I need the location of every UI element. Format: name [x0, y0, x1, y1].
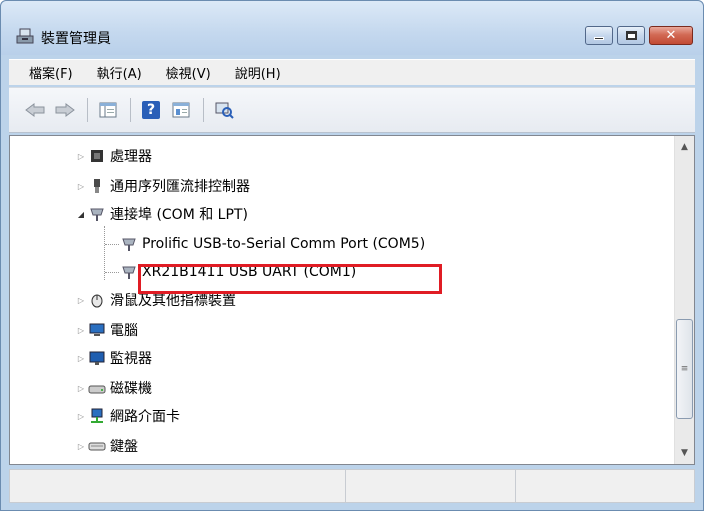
- menu-bar: 檔案(F) 執行(A) 檢視(V) 說明(H): [9, 59, 695, 85]
- highlight-box: [138, 264, 442, 294]
- show-hide-console-tree-button[interactable]: [96, 99, 120, 121]
- tree-item-keyboards[interactable]: ▷ 鍵盤: [76, 434, 138, 458]
- expand-icon[interactable]: ▷: [76, 151, 86, 161]
- minimize-icon: [594, 37, 604, 40]
- menu-view[interactable]: 檢視(V): [166, 63, 211, 82]
- status-cell: [346, 470, 516, 502]
- port-icon: [120, 235, 138, 253]
- port-icon: [88, 205, 106, 223]
- help-button[interactable]: ?: [139, 99, 163, 121]
- grip-icon: ≡: [680, 364, 689, 374]
- expand-icon[interactable]: ▷: [76, 181, 86, 191]
- device-tree: ▷ 處理器 ▷ 通用序列匯流排控制器 ◢ 連接埠 (COM 和 LPT) Pro…: [10, 136, 674, 464]
- close-icon: ✕: [665, 28, 677, 43]
- console-tree-icon: [99, 102, 117, 118]
- toolbar-separator: [203, 98, 204, 122]
- tree-item-prolific-port[interactable]: Prolific USB-to-Serial Comm Port (COM5): [118, 232, 425, 256]
- toolbar-separator: [87, 98, 88, 122]
- expand-icon[interactable]: ▷: [76, 411, 86, 421]
- close-button[interactable]: ✕: [649, 26, 693, 45]
- mouse-icon: [88, 291, 106, 309]
- tree-item-label: 鍵盤: [110, 439, 138, 455]
- tree-item-network-adapters[interactable]: ▷ 網路介面卡: [76, 404, 180, 428]
- device-tree-panel: ▷ 處理器 ▷ 通用序列匯流排控制器 ◢ 連接埠 (COM 和 LPT) Pro…: [9, 135, 695, 465]
- window-title: 裝置管理員: [41, 31, 111, 47]
- caption-buttons: ✕: [581, 26, 693, 46]
- expand-icon[interactable]: ▷: [76, 325, 86, 335]
- tree-item-computer[interactable]: ▷ 電腦: [76, 318, 138, 342]
- usb-controller-icon: [88, 177, 106, 195]
- scan-hardware-icon: [215, 102, 234, 119]
- toolbar: ?: [9, 87, 695, 133]
- scroll-up-arrow-icon[interactable]: ▲: [675, 138, 694, 156]
- disk-drive-icon: [88, 379, 106, 397]
- tree-item-label: 監視器: [110, 351, 152, 367]
- title-bar[interactable]: 裝置管理員 ✕: [1, 1, 703, 55]
- expand-icon[interactable]: ▷: [76, 383, 86, 393]
- maximize-button[interactable]: [617, 26, 645, 45]
- tree-item-disk-drives[interactable]: ▷ 磁碟機: [76, 376, 152, 400]
- status-cell: [516, 470, 694, 502]
- back-arrow-icon: [25, 103, 45, 117]
- back-button[interactable]: [23, 99, 47, 121]
- network-adapter-icon: [88, 407, 106, 425]
- tree-item-monitors[interactable]: ▷ 監視器: [76, 346, 152, 370]
- computer-icon: [88, 321, 106, 339]
- tree-item-label: 磁碟機: [110, 381, 152, 397]
- minimize-button[interactable]: [585, 26, 613, 45]
- menu-help[interactable]: 說明(H): [235, 63, 281, 82]
- keyboard-icon: [88, 437, 106, 455]
- properties-icon: [172, 102, 190, 118]
- tree-item-processors[interactable]: ▷ 處理器: [76, 144, 152, 168]
- maximize-icon: [625, 31, 637, 40]
- properties-button[interactable]: [169, 99, 193, 121]
- forward-button[interactable]: [53, 99, 77, 121]
- scroll-down-arrow-icon[interactable]: ▼: [675, 444, 694, 462]
- expand-icon[interactable]: ▷: [76, 353, 86, 363]
- tree-item-label: 處理器: [110, 149, 152, 165]
- scan-hardware-button[interactable]: [212, 99, 236, 121]
- tree-item-label: 網路介面卡: [110, 409, 180, 425]
- vertical-scrollbar[interactable]: ▲ ≡ ▼: [674, 136, 694, 464]
- processor-icon: [88, 147, 106, 165]
- tree-item-label: 電腦: [110, 323, 138, 339]
- tree-item-label: 通用序列匯流排控制器: [110, 179, 250, 195]
- menu-file[interactable]: 檔案(F): [29, 63, 73, 82]
- tree-item-label: Prolific USB-to-Serial Comm Port (COM5): [142, 236, 426, 252]
- monitor-icon: [88, 349, 106, 367]
- tree-item-usb-controllers[interactable]: ▷ 通用序列匯流排控制器: [76, 174, 250, 198]
- status-bar: [9, 469, 695, 503]
- tree-connector: [105, 244, 119, 245]
- status-cell: [10, 470, 346, 502]
- port-icon: [120, 263, 138, 281]
- help-icon: ?: [142, 101, 160, 119]
- menu-action[interactable]: 執行(A): [97, 63, 142, 82]
- tree-item-label: 連接埠 (COM 和 LPT): [110, 207, 248, 223]
- device-manager-icon: [15, 27, 35, 45]
- tree-item-ports[interactable]: ◢ 連接埠 (COM 和 LPT): [76, 202, 248, 226]
- expand-icon[interactable]: ▷: [76, 295, 86, 305]
- forward-arrow-icon: [55, 103, 75, 117]
- toolbar-separator: [130, 98, 131, 122]
- tree-connector: [105, 272, 119, 273]
- scroll-thumb[interactable]: ≡: [676, 319, 693, 419]
- collapse-icon[interactable]: ◢: [76, 209, 86, 219]
- device-manager-window: 裝置管理員 ✕ 檔案(F) 執行(A) 檢視(V) 說明(H) ? ▷ 處理器 …: [0, 0, 704, 511]
- expand-icon[interactable]: ▷: [76, 441, 86, 451]
